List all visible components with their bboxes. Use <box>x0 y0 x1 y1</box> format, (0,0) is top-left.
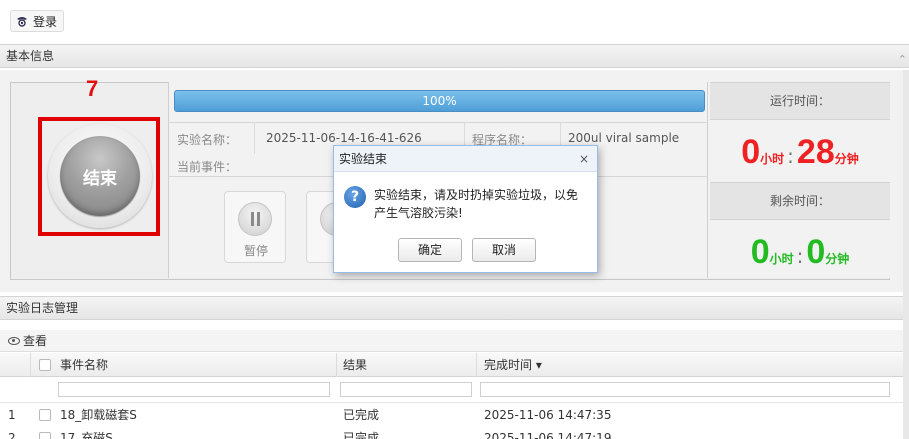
eye-icon <box>8 337 20 345</box>
basic-info-header[interactable]: 基本信息 ⌃ <box>0 44 909 68</box>
event-filter-input[interactable] <box>58 382 330 397</box>
pause-button[interactable]: 暂停 <box>224 191 286 263</box>
ok-button[interactable]: 确定 <box>398 238 462 262</box>
row-event: 18_卸载磁套S <box>60 408 137 422</box>
run-minutes: 28 <box>796 133 835 171</box>
end-dialog: 实验结束 × ? 实验结束，请及时扔掉实验垃圾，以免产生气溶胶污染! 确定 取消 <box>333 145 598 273</box>
progress-bar: 100% <box>174 90 705 112</box>
filter-row <box>0 377 905 403</box>
row-checkbox[interactable] <box>39 409 51 421</box>
log-title: 实验日志管理 <box>6 301 79 315</box>
log-toolbar: 查看 <box>0 330 905 352</box>
hour-unit: 小时 <box>769 252 794 266</box>
row-number: 1 <box>8 408 16 422</box>
minute-unit: 分钟 <box>834 152 859 166</box>
table-row[interactable]: 2 17_充磁S 已完成 2025-11-06 14:47:19 <box>0 427 905 439</box>
row-checkbox[interactable] <box>39 432 51 439</box>
experiment-name-value: 2025-11-06-14-16-41-626 <box>266 131 422 145</box>
remain-time-value: 0小时:0分钟 <box>710 233 890 272</box>
col-divider <box>254 122 255 154</box>
row-divider <box>168 122 708 123</box>
time-colon: : <box>787 144 794 168</box>
time-colon: : <box>796 244 804 268</box>
time-filter-input[interactable] <box>480 382 890 397</box>
program-name-value: 200ul viral sample <box>568 131 680 145</box>
collapse-icon[interactable]: ⌃ <box>898 49 907 71</box>
top-toolbar: 登录 <box>0 0 909 44</box>
run-time-value: 0小时:28分钟 <box>710 133 890 172</box>
column-result[interactable]: 结果 <box>343 354 367 376</box>
row-time: 2025-11-06 14:47:19 <box>484 431 612 439</box>
select-all-checkbox[interactable] <box>39 359 51 371</box>
view-button[interactable]: 查看 <box>23 334 47 348</box>
question-icon: ? <box>344 186 366 208</box>
row-time: 2025-11-06 14:47:35 <box>484 408 612 422</box>
col-divider <box>30 353 31 377</box>
login-icon <box>17 17 27 27</box>
login-label: 登录 <box>33 14 58 29</box>
table-row[interactable]: 1 18_卸载磁套S 已完成 2025-11-06 14:47:35 <box>0 404 905 426</box>
col-divider <box>336 353 337 377</box>
basic-info-title: 基本信息 <box>6 49 55 63</box>
pause-circle <box>238 202 272 236</box>
result-filter-input[interactable] <box>340 382 472 397</box>
minute-unit: 分钟 <box>825 252 850 266</box>
grid-header: 事件名称 结果 完成时间 ▾ <box>0 353 905 377</box>
login-button[interactable]: 登录 <box>10 10 65 32</box>
highlight-box <box>38 117 160 236</box>
pause-icon <box>251 212 260 226</box>
row-result: 已完成 <box>343 431 380 439</box>
log-header[interactable]: 实验日志管理 <box>0 296 909 320</box>
dialog-title: 实验结束 <box>334 146 597 172</box>
row-number: 2 <box>8 431 16 439</box>
column-time[interactable]: 完成时间 ▾ <box>484 354 542 376</box>
row-event: 17_充磁S <box>60 431 113 439</box>
column-event[interactable]: 事件名称 <box>60 354 108 376</box>
remain-time-header: 剩余时间： <box>710 182 890 220</box>
dialog-message: 实验结束，请及时扔掉实验垃圾，以免产生气溶胶污染! <box>374 188 579 220</box>
hour-unit: 小时 <box>760 152 785 166</box>
remain-minutes: 0 <box>806 233 826 271</box>
current-event-label: 当前事件： <box>177 160 238 174</box>
remain-hours: 0 <box>750 233 770 271</box>
run-hours: 0 <box>741 133 761 171</box>
cancel-button[interactable]: 取消 <box>472 238 536 262</box>
experiment-name-label: 实验名称： <box>177 133 238 147</box>
scrollbar[interactable] <box>903 70 909 439</box>
close-icon[interactable]: × <box>579 152 589 166</box>
col-divider <box>476 353 477 377</box>
row-result: 已完成 <box>343 408 380 422</box>
annotation-number: 7 <box>86 76 99 101</box>
run-time-header: 运行时间： <box>710 82 890 120</box>
pause-label: 暂停 <box>243 244 268 258</box>
